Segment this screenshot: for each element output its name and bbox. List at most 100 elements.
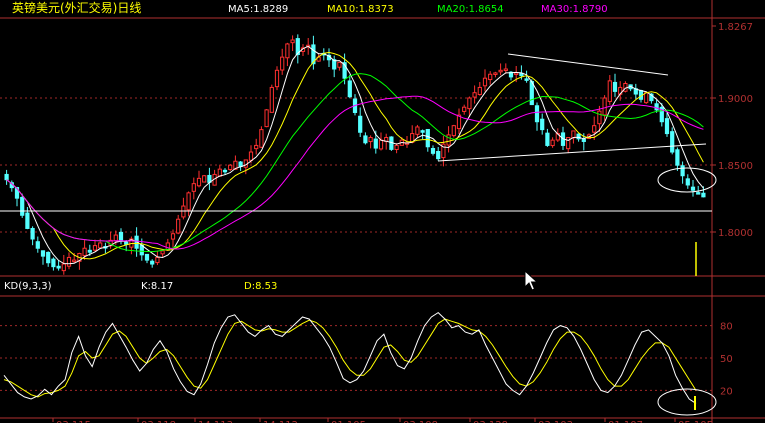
- candle-body: [30, 227, 35, 240]
- candle-body: [347, 80, 352, 98]
- candle-body: [40, 250, 46, 257]
- candle-body: [4, 173, 9, 181]
- ma20-label: MA20:1.8654: [437, 4, 504, 15]
- candle-body: [534, 105, 540, 123]
- candle-body: [462, 106, 467, 112]
- chart-title: 英镑美元(外汇交易)日线: [12, 0, 141, 15]
- candle-body: [612, 81, 618, 92]
- ma30-label: MA30:1.8790: [541, 4, 608, 15]
- candle-body: [701, 192, 706, 198]
- candle-body: [186, 192, 191, 211]
- candle-body: [274, 69, 280, 88]
- candle-body: [690, 186, 696, 191]
- moving-average-lines: [6, 45, 704, 265]
- ma5-label: MA5:1.8289: [228, 4, 288, 15]
- candle-body: [337, 61, 342, 68]
- candle-body: [529, 81, 534, 106]
- candle-body: [202, 175, 207, 183]
- candle-body: [597, 110, 602, 125]
- candle-body: [654, 103, 659, 111]
- candle-body: [368, 137, 373, 143]
- candle-body: [493, 72, 498, 75]
- candle-body: [155, 256, 160, 264]
- candle-body: [675, 149, 680, 166]
- candle-body: [685, 178, 690, 186]
- candle-body: [170, 233, 176, 240]
- candle-body: [571, 130, 576, 139]
- candle-body: [254, 144, 259, 150]
- mouse-cursor-icon: [524, 270, 538, 291]
- candle-body: [477, 86, 482, 95]
- candle-body: [550, 139, 555, 147]
- candle-body: [472, 92, 477, 98]
- candle-body: [644, 92, 649, 104]
- candle-body: [259, 129, 264, 148]
- candle-body: [581, 138, 586, 142]
- candle-body: [66, 256, 72, 267]
- candle-body: [228, 164, 233, 170]
- candle-body: [670, 131, 675, 153]
- candle-body: [72, 259, 77, 263]
- candle-body: [160, 250, 165, 255]
- candle-body: [680, 165, 685, 177]
- candle-body: [436, 151, 441, 160]
- candle-body: [238, 161, 243, 168]
- kd-gridlines: [0, 325, 712, 391]
- price-y-tick-label: 1.8500: [718, 161, 753, 172]
- candle-body: [285, 43, 290, 59]
- candle-body: [545, 132, 550, 146]
- candle-body: [51, 258, 56, 268]
- chart-window: 1.8267 1.9000 1.8500 1.8000 英镑美元(外汇交易)日线 MA…: [0, 0, 765, 423]
- candle-body: [498, 69, 503, 73]
- candlestick-kd-chart: 1.8267 1.9000 1.8500 1.8000 英镑美元(外汇交易)日线 MA…: [0, 0, 765, 423]
- candle-body: [269, 86, 274, 113]
- kd-y-tick-label: 50: [720, 354, 733, 365]
- candle-body: [566, 137, 571, 150]
- candle-body: [98, 242, 103, 249]
- kd-highlight-ellipse: [657, 388, 717, 416]
- candle-body: [92, 245, 98, 251]
- candle-body: [56, 265, 61, 269]
- price-gridlines: [0, 97, 712, 233]
- candle-body: [118, 231, 124, 241]
- kd-y-axis: 80 50 20: [720, 322, 733, 398]
- candle-body: [592, 125, 597, 133]
- candle-body: [264, 109, 269, 128]
- candle-body: [217, 168, 222, 177]
- date-axis: 03.11503.11814.11314.11201.10503.10803.1…: [52, 418, 713, 423]
- candle-body: [82, 247, 87, 257]
- price-y-tick-label: 1.9000: [718, 94, 753, 105]
- candle-body: [503, 68, 508, 71]
- candle-body: [607, 80, 612, 102]
- candle-body: [696, 192, 701, 195]
- price-y-tick-label: 1.8267: [718, 22, 753, 33]
- candle-body: [363, 135, 368, 144]
- resistance-trendline: [507, 53, 669, 76]
- candle-body: [46, 251, 51, 264]
- candle-body: [191, 183, 196, 192]
- candle-body: [378, 139, 384, 150]
- candle-body: [373, 138, 378, 149]
- candle-body: [61, 263, 66, 272]
- candle-body: [196, 177, 202, 187]
- candle-body: [451, 125, 456, 137]
- candle-body: [222, 169, 228, 173]
- candle-body: [425, 128, 430, 148]
- candle-body: [420, 130, 425, 133]
- candle-body: [524, 78, 529, 81]
- candle-body: [446, 134, 451, 146]
- support-trendline: [437, 143, 707, 162]
- candle-body: [430, 147, 436, 154]
- kd-y-tick-label: 80: [720, 322, 733, 333]
- candle-body: [602, 97, 607, 116]
- candle-body: [394, 144, 399, 151]
- kd-title: KD(9,3,3): [4, 281, 52, 292]
- candle-body: [467, 97, 472, 110]
- candle-body: [144, 253, 150, 261]
- candle-body: [113, 234, 118, 242]
- candle-body: [540, 118, 545, 131]
- ma5-line: [6, 45, 704, 265]
- candle-body: [25, 212, 30, 229]
- k-value-label: K:8.17: [141, 281, 173, 292]
- price-y-tick-label: 1.8000: [718, 228, 753, 239]
